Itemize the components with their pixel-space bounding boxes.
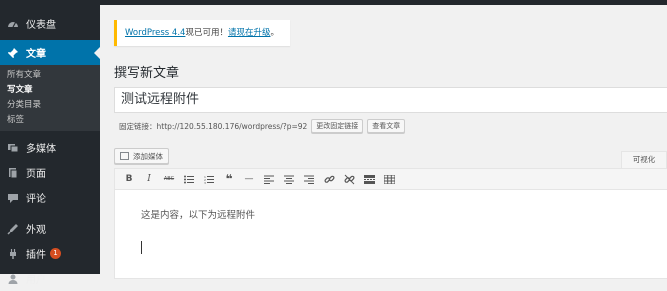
insert-link-icon[interactable] [319, 169, 339, 189]
sidebar-item-label: 评论 [26, 194, 46, 205]
editor-content: 这是内容，以下为远程附件 [141, 210, 256, 221]
page-icon [6, 166, 19, 179]
notice-text-end: 。 [270, 28, 279, 38]
italic-button[interactable]: I [139, 169, 159, 189]
permalink-url[interactable]: http://120.55.180.176/wordpress/?p=92 [157, 122, 308, 131]
sidebar-item-users[interactable]: 用户 [0, 266, 100, 291]
appearance-icon [6, 222, 19, 235]
view-post-button[interactable]: 查看文章 [367, 119, 406, 133]
dashboard-icon [6, 17, 19, 30]
sidebar-item-label: 页面 [26, 169, 46, 180]
notice-text: 现已可用！ [185, 28, 228, 38]
update-now-link[interactable]: 请现在升级 [228, 28, 271, 38]
permalink-row: 固定链接： http://120.55.180.176/wordpress/?p… [119, 118, 406, 134]
post-content-editor[interactable]: 这是内容，以下为远程附件 [114, 190, 667, 279]
media-icon [6, 141, 19, 154]
sidebar-item-label: 多媒体 [26, 144, 56, 155]
read-more-icon[interactable] [359, 169, 379, 189]
sidebar-item-label: 文章 [26, 49, 46, 60]
submenu-item-tags[interactable]: 标签 [0, 113, 100, 128]
page-title: 撰写新文章 [114, 66, 180, 81]
unlink-icon[interactable] [339, 169, 359, 189]
posts-submenu: 所有文章 写文章 分类目录 标签 [0, 65, 100, 131]
submenu-item-new-post[interactable]: 写文章 [0, 83, 100, 98]
pin-icon [6, 46, 19, 59]
permalink-label: 固定链接： [119, 121, 157, 131]
change-permalink-button[interactable]: 更改固定链接 [311, 119, 364, 133]
media-icon [120, 152, 129, 160]
wordpress-version-link[interactable]: WordPress 4.4 [125, 28, 185, 38]
sidebar-item-posts[interactable]: 文章 [0, 40, 100, 65]
align-center-icon[interactable] [279, 169, 299, 189]
bold-button[interactable]: B [119, 169, 139, 189]
strikethrough-button[interactable]: ABC [159, 169, 179, 189]
blockquote-button[interactable]: ❝ [219, 169, 239, 189]
sidebar-item-label: 仪表盘 [26, 20, 56, 31]
sidebar-item-plugins[interactable]: 插件 1 [0, 241, 100, 266]
sidebar-item-label: 用户 [26, 275, 46, 286]
admin-sidebar: 仪表盘 文章 所有文章 写文章 分类目录 标签 多媒体 页面 评论 外观 插件 … [0, 5, 100, 286]
text-caret [141, 241, 142, 254]
numbered-list-icon[interactable]: 123 [199, 169, 219, 189]
toolbar-toggle-icon[interactable] [379, 169, 399, 189]
align-left-icon[interactable] [259, 169, 279, 189]
tab-visual[interactable]: 可视化 [621, 151, 667, 168]
sidebar-item-pages[interactable]: 页面 [0, 160, 100, 185]
sidebar-item-media[interactable]: 多媒体 [0, 135, 100, 160]
update-notice: WordPress 4.4现已可用！请现在升级。 [114, 20, 290, 46]
sidebar-item-label: 插件 [26, 250, 46, 261]
sidebar-item-appearance[interactable]: 外观 [0, 216, 100, 241]
submenu-item-categories[interactable]: 分类目录 [0, 98, 100, 113]
sidebar-item-label: 外观 [26, 225, 46, 236]
plugin-update-badge: 1 [50, 248, 61, 259]
horizontal-line-button[interactable]: — [239, 169, 259, 189]
bullet-list-icon[interactable] [179, 169, 199, 189]
main-content: WordPress 4.4现已可用！请现在升级。 撰写新文章 测试远程附件 固定… [100, 5, 667, 279]
add-media-button[interactable]: 添加媒体 [114, 148, 169, 164]
sidebar-item-comments[interactable]: 评论 [0, 185, 100, 210]
add-media-label: 添加媒体 [133, 151, 163, 161]
post-title-input[interactable]: 测试远程附件 [114, 87, 667, 113]
comment-icon [6, 191, 19, 204]
sidebar-item-dashboard[interactable]: 仪表盘 [0, 11, 100, 36]
svg-text:3: 3 [204, 181, 206, 184]
editor-toolbar: B I ABC 123 ❝ — [114, 168, 667, 190]
submenu-item-all-posts[interactable]: 所有文章 [0, 68, 100, 83]
plugin-icon [6, 247, 19, 260]
align-right-icon[interactable] [299, 169, 319, 189]
